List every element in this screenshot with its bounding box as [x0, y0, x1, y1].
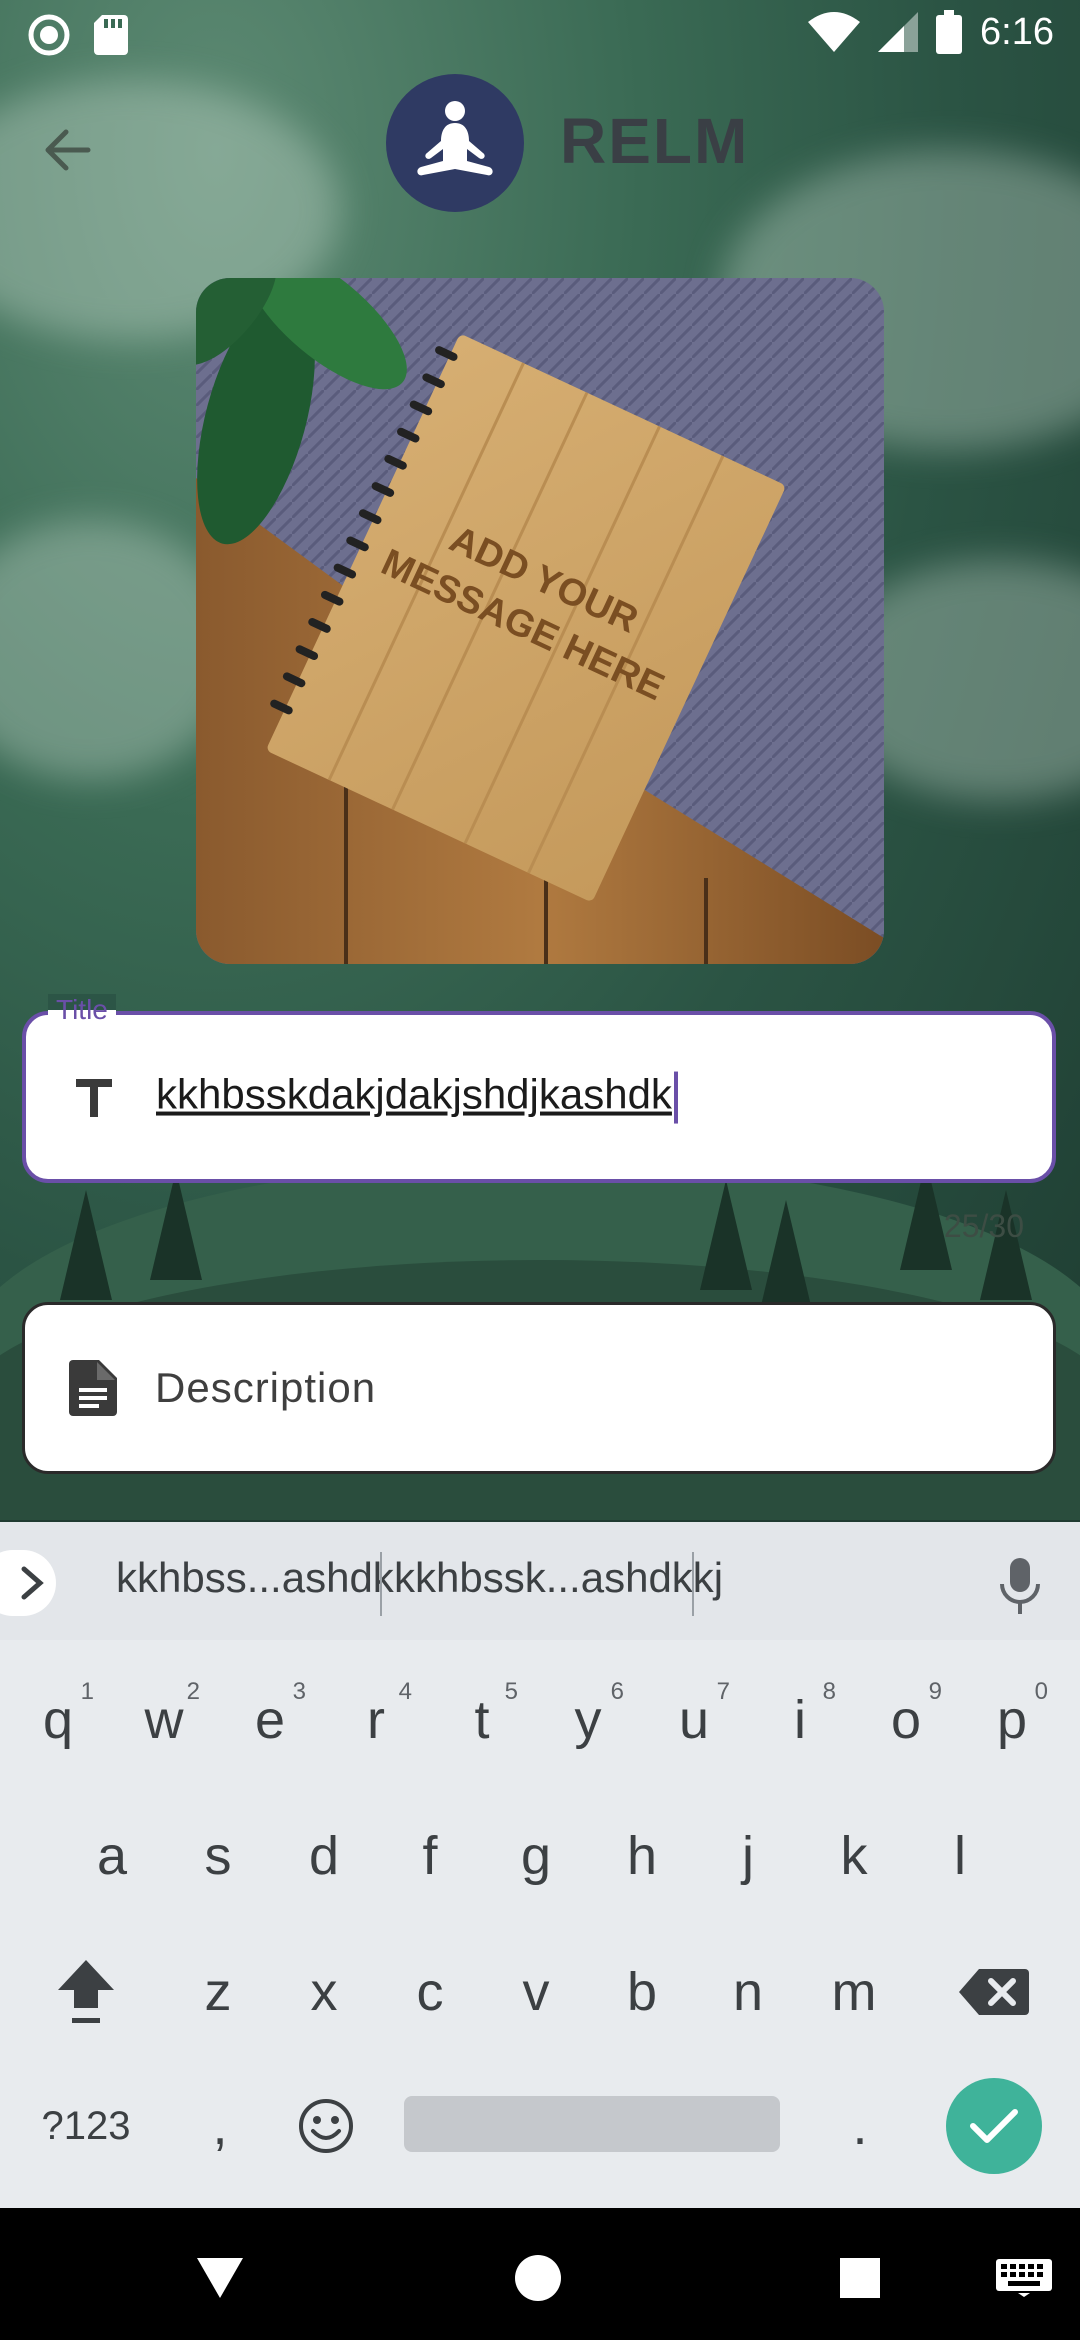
- system-nav-bar: [0, 2208, 1080, 2340]
- shift-icon: [58, 1960, 114, 2023]
- key-d[interactable]: d: [274, 1806, 374, 1906]
- key-k[interactable]: k: [804, 1806, 904, 1906]
- period-key[interactable]: .: [810, 2076, 910, 2176]
- emoji-key[interactable]: [276, 2076, 376, 2176]
- space-key[interactable]: [404, 2096, 780, 2152]
- sd-card-icon: [94, 15, 128, 55]
- key-f[interactable]: f: [380, 1806, 480, 1906]
- suggestion-divider: [692, 1552, 694, 1616]
- key-j[interactable]: j: [698, 1806, 798, 1906]
- nav-home-button[interactable]: [508, 2248, 568, 2308]
- key-m[interactable]: m: [804, 1942, 904, 2042]
- expand-suggestions-button[interactable]: [0, 1550, 56, 1616]
- backspace-icon: [959, 1969, 1029, 2015]
- key-o[interactable]: o9: [856, 1670, 956, 1770]
- checkmark-icon: [970, 2109, 1018, 2143]
- cell-signal-icon: [878, 12, 919, 52]
- back-arrow-icon: [45, 129, 91, 171]
- key-y[interactable]: y6: [538, 1670, 638, 1770]
- backspace-key[interactable]: [944, 1942, 1044, 2042]
- notebook-photo: ADD YOUR MESSAGE HERE: [196, 278, 884, 964]
- key-i[interactable]: i8: [750, 1670, 850, 1770]
- title-input-value: kkhbsskdakjdakjshdjkashdk: [156, 1071, 678, 1124]
- wifi-icon: [808, 12, 861, 52]
- status-bar: 6:16: [0, 0, 1080, 70]
- key-w[interactable]: w2: [114, 1670, 214, 1770]
- sync-icon: [28, 14, 70, 56]
- triangle-down-icon: [197, 2258, 243, 2298]
- key-l[interactable]: l: [910, 1806, 1010, 1906]
- comma-key[interactable]: ,: [170, 2076, 270, 2176]
- key-a[interactable]: a: [62, 1806, 162, 1906]
- description-input[interactable]: Description: [22, 1302, 1056, 1474]
- key-n[interactable]: n: [698, 1942, 798, 2042]
- text-format-icon: [66, 1069, 122, 1125]
- symbols-key[interactable]: ?123: [36, 2076, 136, 2176]
- key-c[interactable]: c: [380, 1942, 480, 2042]
- character-counter: 25/30: [943, 1208, 1024, 1244]
- nav-recents-button[interactable]: [830, 2248, 890, 2308]
- text-caret: [673, 1071, 678, 1124]
- app-logo: [386, 74, 524, 212]
- document-icon: [65, 1360, 121, 1416]
- done-key[interactable]: [946, 2078, 1042, 2174]
- suggestion-2[interactable]: kkhbssk...ashdkkj: [394, 1554, 723, 1602]
- meditation-icon: [417, 101, 493, 176]
- back-button[interactable]: [36, 118, 100, 182]
- square-icon: [840, 2258, 880, 2298]
- key-p[interactable]: p0: [962, 1670, 1062, 1770]
- microphone-icon: [1000, 1558, 1040, 1614]
- suggestion-divider: [380, 1552, 382, 1616]
- key-h[interactable]: h: [592, 1806, 692, 1906]
- key-u[interactable]: u7: [644, 1670, 744, 1770]
- key-z[interactable]: z: [168, 1942, 268, 2042]
- voice-input-button[interactable]: [996, 1556, 1044, 1616]
- shift-key[interactable]: [36, 1942, 136, 2042]
- home-circle-icon: [515, 2255, 561, 2301]
- key-v[interactable]: v: [486, 1942, 586, 2042]
- nav-back-button[interactable]: [190, 2248, 250, 2308]
- chevron-right-icon: [21, 1566, 44, 1600]
- battery-icon: [936, 10, 963, 54]
- suggestion-strip: kkhbss...ashdk kkhbssk...ashdkkj: [0, 1522, 1080, 1640]
- journal-cover-image[interactable]: ADD YOUR MESSAGE HERE: [196, 278, 884, 964]
- emoji-icon: [299, 2099, 353, 2153]
- keyboard-switcher-button[interactable]: [994, 2248, 1054, 2308]
- key-e[interactable]: e3: [220, 1670, 320, 1770]
- key-r[interactable]: r4: [326, 1670, 426, 1770]
- description-placeholder: Description: [155, 1364, 377, 1411]
- key-b[interactable]: b: [592, 1942, 692, 2042]
- keyboard-icon: [996, 2259, 1052, 2297]
- suggestion-1[interactable]: kkhbss...ashdk: [116, 1554, 394, 1602]
- soft-keyboard: kkhbss...ashdk kkhbssk...ashdkkj q1 w2 e…: [0, 1522, 1080, 2208]
- key-s[interactable]: s: [168, 1806, 268, 1906]
- title-input[interactable]: kkhbsskdakjdakjshdjkashdk: [22, 1011, 1056, 1183]
- key-g[interactable]: g: [486, 1806, 586, 1906]
- app-title: RELM: [560, 105, 750, 177]
- clock: 6:16: [980, 10, 1054, 53]
- key-t[interactable]: t5: [432, 1670, 532, 1770]
- key-x[interactable]: x: [274, 1942, 374, 2042]
- key-q[interactable]: q1: [8, 1670, 108, 1770]
- title-field-label: Title: [48, 994, 116, 1026]
